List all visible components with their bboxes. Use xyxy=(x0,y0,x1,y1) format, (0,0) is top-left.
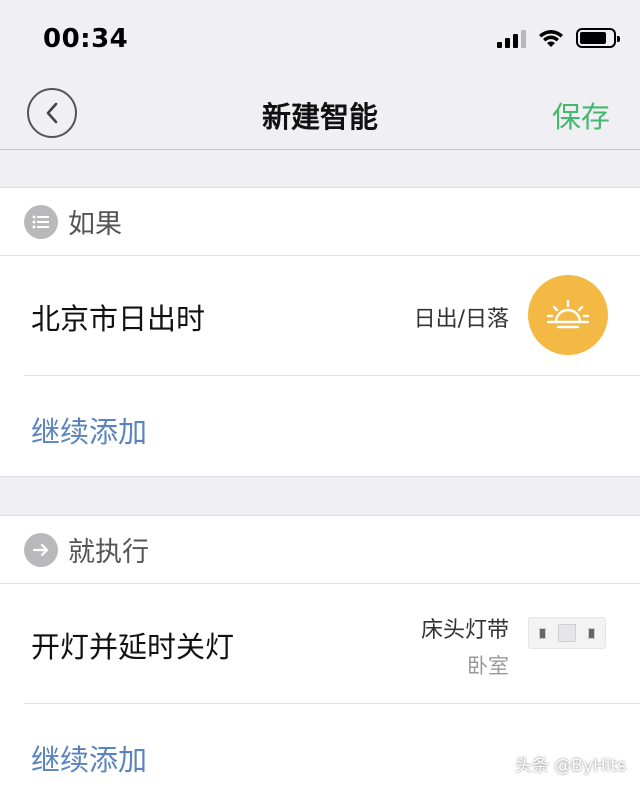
list-icon xyxy=(24,204,58,239)
battery-icon xyxy=(576,28,620,48)
device-room: 卧室 xyxy=(467,654,509,678)
status-time: 00:34 xyxy=(43,24,129,54)
if-add-row: 继续添加 xyxy=(0,376,640,476)
then-section-title: 就执行 xyxy=(68,537,149,568)
then-section: 就执行 开灯并延时关灯 床头灯带 卧室 继续添加 xyxy=(0,515,640,788)
then-section-header: 就执行 xyxy=(0,516,640,583)
action-title: 开灯并延时关灯 xyxy=(31,630,235,664)
action-row[interactable]: 开灯并延时关灯 床头灯带 卧室 xyxy=(0,584,640,703)
watermark: 头条 @ByHits xyxy=(514,756,626,776)
wifi-icon xyxy=(539,30,563,47)
if-add-more-link[interactable]: 继续添加 xyxy=(31,409,147,451)
cellular-signal-icon xyxy=(497,28,526,48)
device-name: 床头灯带 xyxy=(420,618,509,643)
then-add-more-link[interactable]: 继续添加 xyxy=(31,737,147,779)
page-title: 新建智能 xyxy=(261,100,378,134)
if-section: 如果 北京市日出时 日出/日落 继续添加 xyxy=(0,187,640,477)
status-bar: 00:34 xyxy=(0,0,640,80)
condition-type-label: 日出/日落 xyxy=(413,307,509,332)
condition-title: 北京市日出时 xyxy=(31,302,206,336)
nav-bar: 新建智能 保存 xyxy=(0,80,640,150)
if-section-title: 如果 xyxy=(68,209,122,240)
if-section-header: 如果 xyxy=(0,188,640,255)
light-strip-device-image xyxy=(528,617,606,649)
save-button[interactable]: 保存 xyxy=(552,94,610,136)
arrow-right-icon xyxy=(24,532,58,567)
condition-row[interactable]: 北京市日出时 日出/日落 xyxy=(0,256,640,375)
status-icons xyxy=(497,28,620,48)
sunrise-icon xyxy=(528,275,608,355)
